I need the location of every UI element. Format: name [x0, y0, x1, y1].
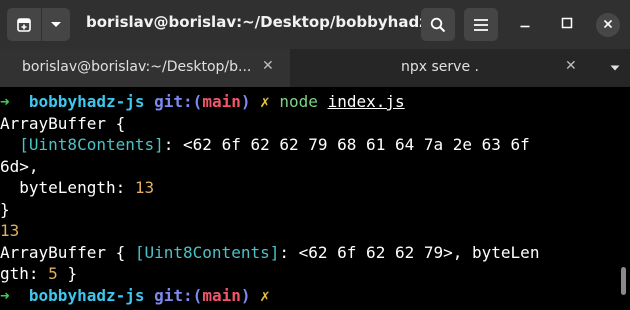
maximize-icon [561, 16, 573, 34]
new-tab-dropdown-button[interactable] [42, 8, 70, 41]
chevron-down-icon [50, 21, 62, 29]
output-line: } [0, 199, 10, 219]
scrollbar-thumb[interactable] [621, 267, 626, 295]
tab-label: borislav@borislav:~/Desktop/b... [22, 59, 252, 75]
tab-bar: borislav@borislav:~/Desktop/b... ✕ npx s… [0, 49, 630, 87]
prompt-arrow: ➜ [0, 92, 10, 111]
prompt-directory: bobbyhadz-js [28, 92, 145, 111]
tab-label: npx serve . [401, 59, 479, 75]
maximize-button[interactable] [555, 13, 579, 37]
tab-close-icon[interactable]: ✕ [565, 58, 577, 74]
prompt-line: ➜ bobbyhadz-js git:(main) ✗ node index.j… [0, 91, 630, 113]
output-number: 5 [48, 264, 58, 283]
tab-list-dropdown[interactable] [600, 49, 630, 87]
tab-terminal-desktop[interactable]: borislav@borislav:~/Desktop/b... ✕ [0, 49, 290, 87]
git-label: git:( [154, 92, 203, 111]
git-label-close: ) [240, 92, 251, 111]
terminal-output[interactable]: ➜ bobbyhadz-js git:(main) ✗ node index.j… [0, 87, 630, 310]
hamburger-menu-icon [473, 18, 489, 32]
close-window-button[interactable] [596, 13, 620, 37]
minimize-icon [519, 16, 531, 34]
prompt-line: ➜ bobbyhadz-js git:(main) ✗ [0, 285, 630, 307]
output-number: 13 [134, 178, 155, 197]
output-line: [Uint8Contents]: <62 6f 62 62 79 68 61 6… [0, 134, 630, 156]
output-line: 6d>, [0, 156, 39, 176]
git-branch: main [202, 285, 241, 305]
command-argument: index.js [327, 92, 405, 111]
new-tab-button[interactable] [7, 8, 41, 41]
title-bar: borislav@borislav:~/Desktop/bobbyhadz-r.… [0, 0, 630, 49]
git-dirty-mark: ✗ [260, 285, 270, 305]
terminal-window: borislav@borislav:~/Desktop/bobbyhadz-r.… [0, 0, 630, 310]
search-icon [430, 17, 446, 33]
output-line: byteLength: 13 [0, 177, 630, 199]
output-text: : <62 6f 62 62 79>, byteLen [279, 242, 540, 262]
prompt-directory: bobbyhadz-js [28, 285, 145, 305]
output-value: : <62 6f 62 62 79 68 61 64 7a 2e 63 6f [163, 135, 530, 154]
tab-npx-serve[interactable]: npx serve . ✕ [290, 49, 595, 87]
output-text: gth: [0, 264, 49, 283]
output-line: gth: 5 } [0, 263, 630, 285]
git-label: git:( [154, 285, 203, 305]
git-branch: main [202, 92, 241, 111]
minimize-button[interactable] [513, 13, 537, 37]
close-icon [603, 16, 613, 34]
output-key: [Uint8Contents] [134, 242, 280, 262]
window-title: borislav@borislav:~/Desktop/bobbyhadz-r.… [86, 13, 457, 31]
output-text: ArrayBuffer { [0, 242, 135, 262]
prompt-arrow: ➜ [0, 285, 10, 305]
search-button[interactable] [421, 8, 455, 41]
output-key: byteLength: [19, 178, 135, 197]
command-name: node [279, 92, 318, 111]
new-tab-icon [16, 17, 32, 33]
tab-close-icon[interactable]: ✕ [262, 58, 274, 74]
menu-button[interactable] [464, 8, 498, 41]
git-label-close: ) [240, 285, 251, 305]
output-line: ArrayBuffer { [Uint8Contents]: <62 6f 62… [0, 242, 630, 264]
git-dirty-mark: ✗ [260, 92, 270, 111]
output-line: 13 [0, 221, 20, 240]
chevron-down-icon [610, 59, 620, 77]
output-line: ArrayBuffer { [0, 113, 126, 133]
output-key: [Uint8Contents] [19, 135, 164, 154]
output-text: } [57, 264, 78, 283]
